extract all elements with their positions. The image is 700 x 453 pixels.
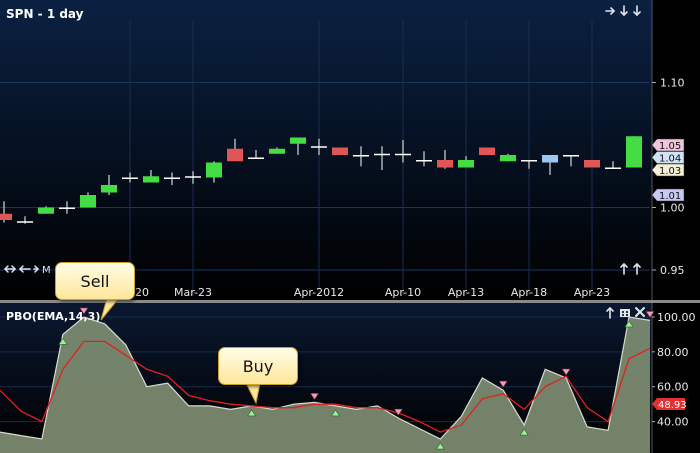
candle-body [164,177,180,179]
candle-body [626,136,642,168]
chart-canvas: 0.951.001.10 Mar-20Mar-23Apr-2012Apr-10A… [0,0,700,453]
candle-body [500,155,516,162]
price-panel-title: SPN - 1 day [6,7,84,21]
candle-body [332,147,348,155]
candle[interactable] [479,147,495,156]
price-panel-background [0,0,700,300]
time-tick-label: Apr-13 [448,286,484,299]
sell-callout: Sell [55,262,135,321]
candle[interactable] [332,147,348,156]
chart-window: 0.951.001.10 Mar-20Mar-23Apr-2012Apr-10A… [0,0,700,453]
indicator-tick-label: 100.00 [657,311,696,324]
indicator-tick-label: 80.00 [657,346,689,359]
candle-body [542,155,558,163]
candle-body [59,207,75,209]
candle[interactable] [626,136,642,168]
price-tick-label: 1.10 [660,77,685,90]
price-marker-label: 1.03 [659,166,681,177]
candle-body [479,147,495,155]
candle[interactable] [584,160,600,168]
price-tick-label: 1.00 [660,202,685,215]
toolbar-label[interactable]: M [42,265,51,276]
current-value-badge: 48.93 [652,398,687,411]
indicator-tick-label: 60.00 [657,381,689,394]
candle-body [227,148,243,162]
candle-body [269,148,285,154]
time-tick-label: Mar-23 [174,286,212,299]
time-tick-label: Apr-10 [385,286,421,299]
candle-body [437,160,453,168]
candle-body [416,160,432,162]
time-tick-label: Apr-18 [511,286,547,299]
candle-body [206,162,222,178]
indicator-axis-background [652,303,700,453]
sell-callout-label: Sell [55,262,135,300]
candle-body [17,221,33,223]
candle-body [80,195,96,208]
candle-body [38,207,54,214]
candle-body [395,153,411,156]
candle-body [143,176,159,183]
candle-body [185,176,201,178]
candle-body [605,167,621,169]
indicator-tick-label: 40.00 [657,416,689,429]
candle-body [101,185,117,193]
candle-body [290,137,306,144]
candle-body [248,157,264,159]
buy-callout-label: Buy [218,347,298,385]
time-tick-label: Apr-2012 [294,286,344,299]
price-tick-label: 0.95 [660,264,685,277]
price-marker-label: 1.04 [659,154,681,165]
price-marker-label: 1.01 [659,191,681,202]
candle-body [584,160,600,168]
candle-body [353,155,369,157]
price-marker-label: 1.05 [659,141,681,152]
candle-body [122,177,138,179]
price-marker: 1.03 [651,163,685,177]
settings-grid-icon[interactable] [620,309,630,317]
candle-body [374,153,390,156]
candle-body [0,213,12,220]
candle-body [458,160,474,168]
time-tick-label: Apr-23 [574,286,610,299]
price-marker: 1.05 [651,138,685,152]
candle-body [311,146,327,148]
candle-body [563,155,579,157]
buy-callout: Buy [218,347,298,405]
price-marker: 1.01 [651,188,685,202]
candle-body [521,160,537,162]
current-value-label: 48.93 [658,400,687,411]
price-marker: 1.04 [651,151,685,165]
